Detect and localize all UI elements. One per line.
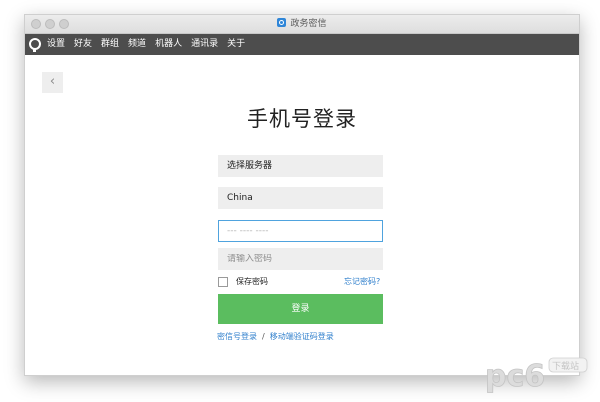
menu-item-friends[interactable]: 好友 <box>74 34 92 55</box>
watermark-text: pc6 <box>485 359 545 394</box>
menu-item-about[interactable]: 关于 <box>227 34 245 55</box>
country-select[interactable]: China <box>218 187 383 209</box>
page-title: 手机号登录 <box>247 107 357 131</box>
window-title-text: 政务密信 <box>290 19 327 29</box>
forgot-password-link[interactable]: 忘记密码? <box>344 276 380 287</box>
menu-item-bots[interactable]: 机器人 <box>155 34 182 55</box>
menu-item-channels[interactable]: 频道 <box>128 34 146 55</box>
alt-login-links: 密信号登录 / 移动端验证码登录 <box>217 331 334 342</box>
menu-item-groups[interactable]: 群组 <box>101 34 119 55</box>
title-bar: 政务密信 <box>25 15 579 34</box>
password-input[interactable] <box>227 254 382 264</box>
phone-field[interactable] <box>218 220 383 242</box>
remember-password-checkbox[interactable] <box>218 276 228 287</box>
back-button[interactable]: ‹ <box>42 72 63 93</box>
remember-password-label: 保存密码 <box>236 277 268 286</box>
mobile-code-login-link[interactable]: 移动端验证码登录 <box>270 332 334 341</box>
app-icon <box>277 18 287 27</box>
window-title: 政务密信 <box>25 17 579 31</box>
server-select[interactable]: 选择服务器 <box>218 155 383 177</box>
app-window: 政务密信 设置 好友 群组 频道 机器人 通讯录 关于 ‹ 手机号登录 选择服务… <box>24 14 580 376</box>
menu-item-settings[interactable]: 设置 <box>47 34 65 55</box>
link-separator: / <box>262 332 265 341</box>
pc6-watermark-logo: pc6 下载站 <box>485 357 588 394</box>
watermark-subtext: 下载站 <box>552 360 579 372</box>
phone-input[interactable] <box>227 226 382 236</box>
password-field[interactable] <box>218 248 383 270</box>
app-logo-icon <box>29 38 41 52</box>
menu-items: 设置 好友 群组 频道 机器人 通讯录 关于 <box>47 34 254 55</box>
id-login-link[interactable]: 密信号登录 <box>217 332 257 341</box>
login-button[interactable]: 登录 <box>218 294 383 324</box>
server-select-label: 选择服务器 <box>227 161 273 171</box>
menu-item-contacts[interactable]: 通讯录 <box>191 34 218 55</box>
country-select-value: China <box>227 193 253 203</box>
remember-password[interactable]: 保存密码 <box>218 276 268 287</box>
menu-bar: 设置 好友 群组 频道 机器人 通讯录 关于 <box>25 34 579 55</box>
chevron-left-icon: ‹ <box>49 74 56 89</box>
